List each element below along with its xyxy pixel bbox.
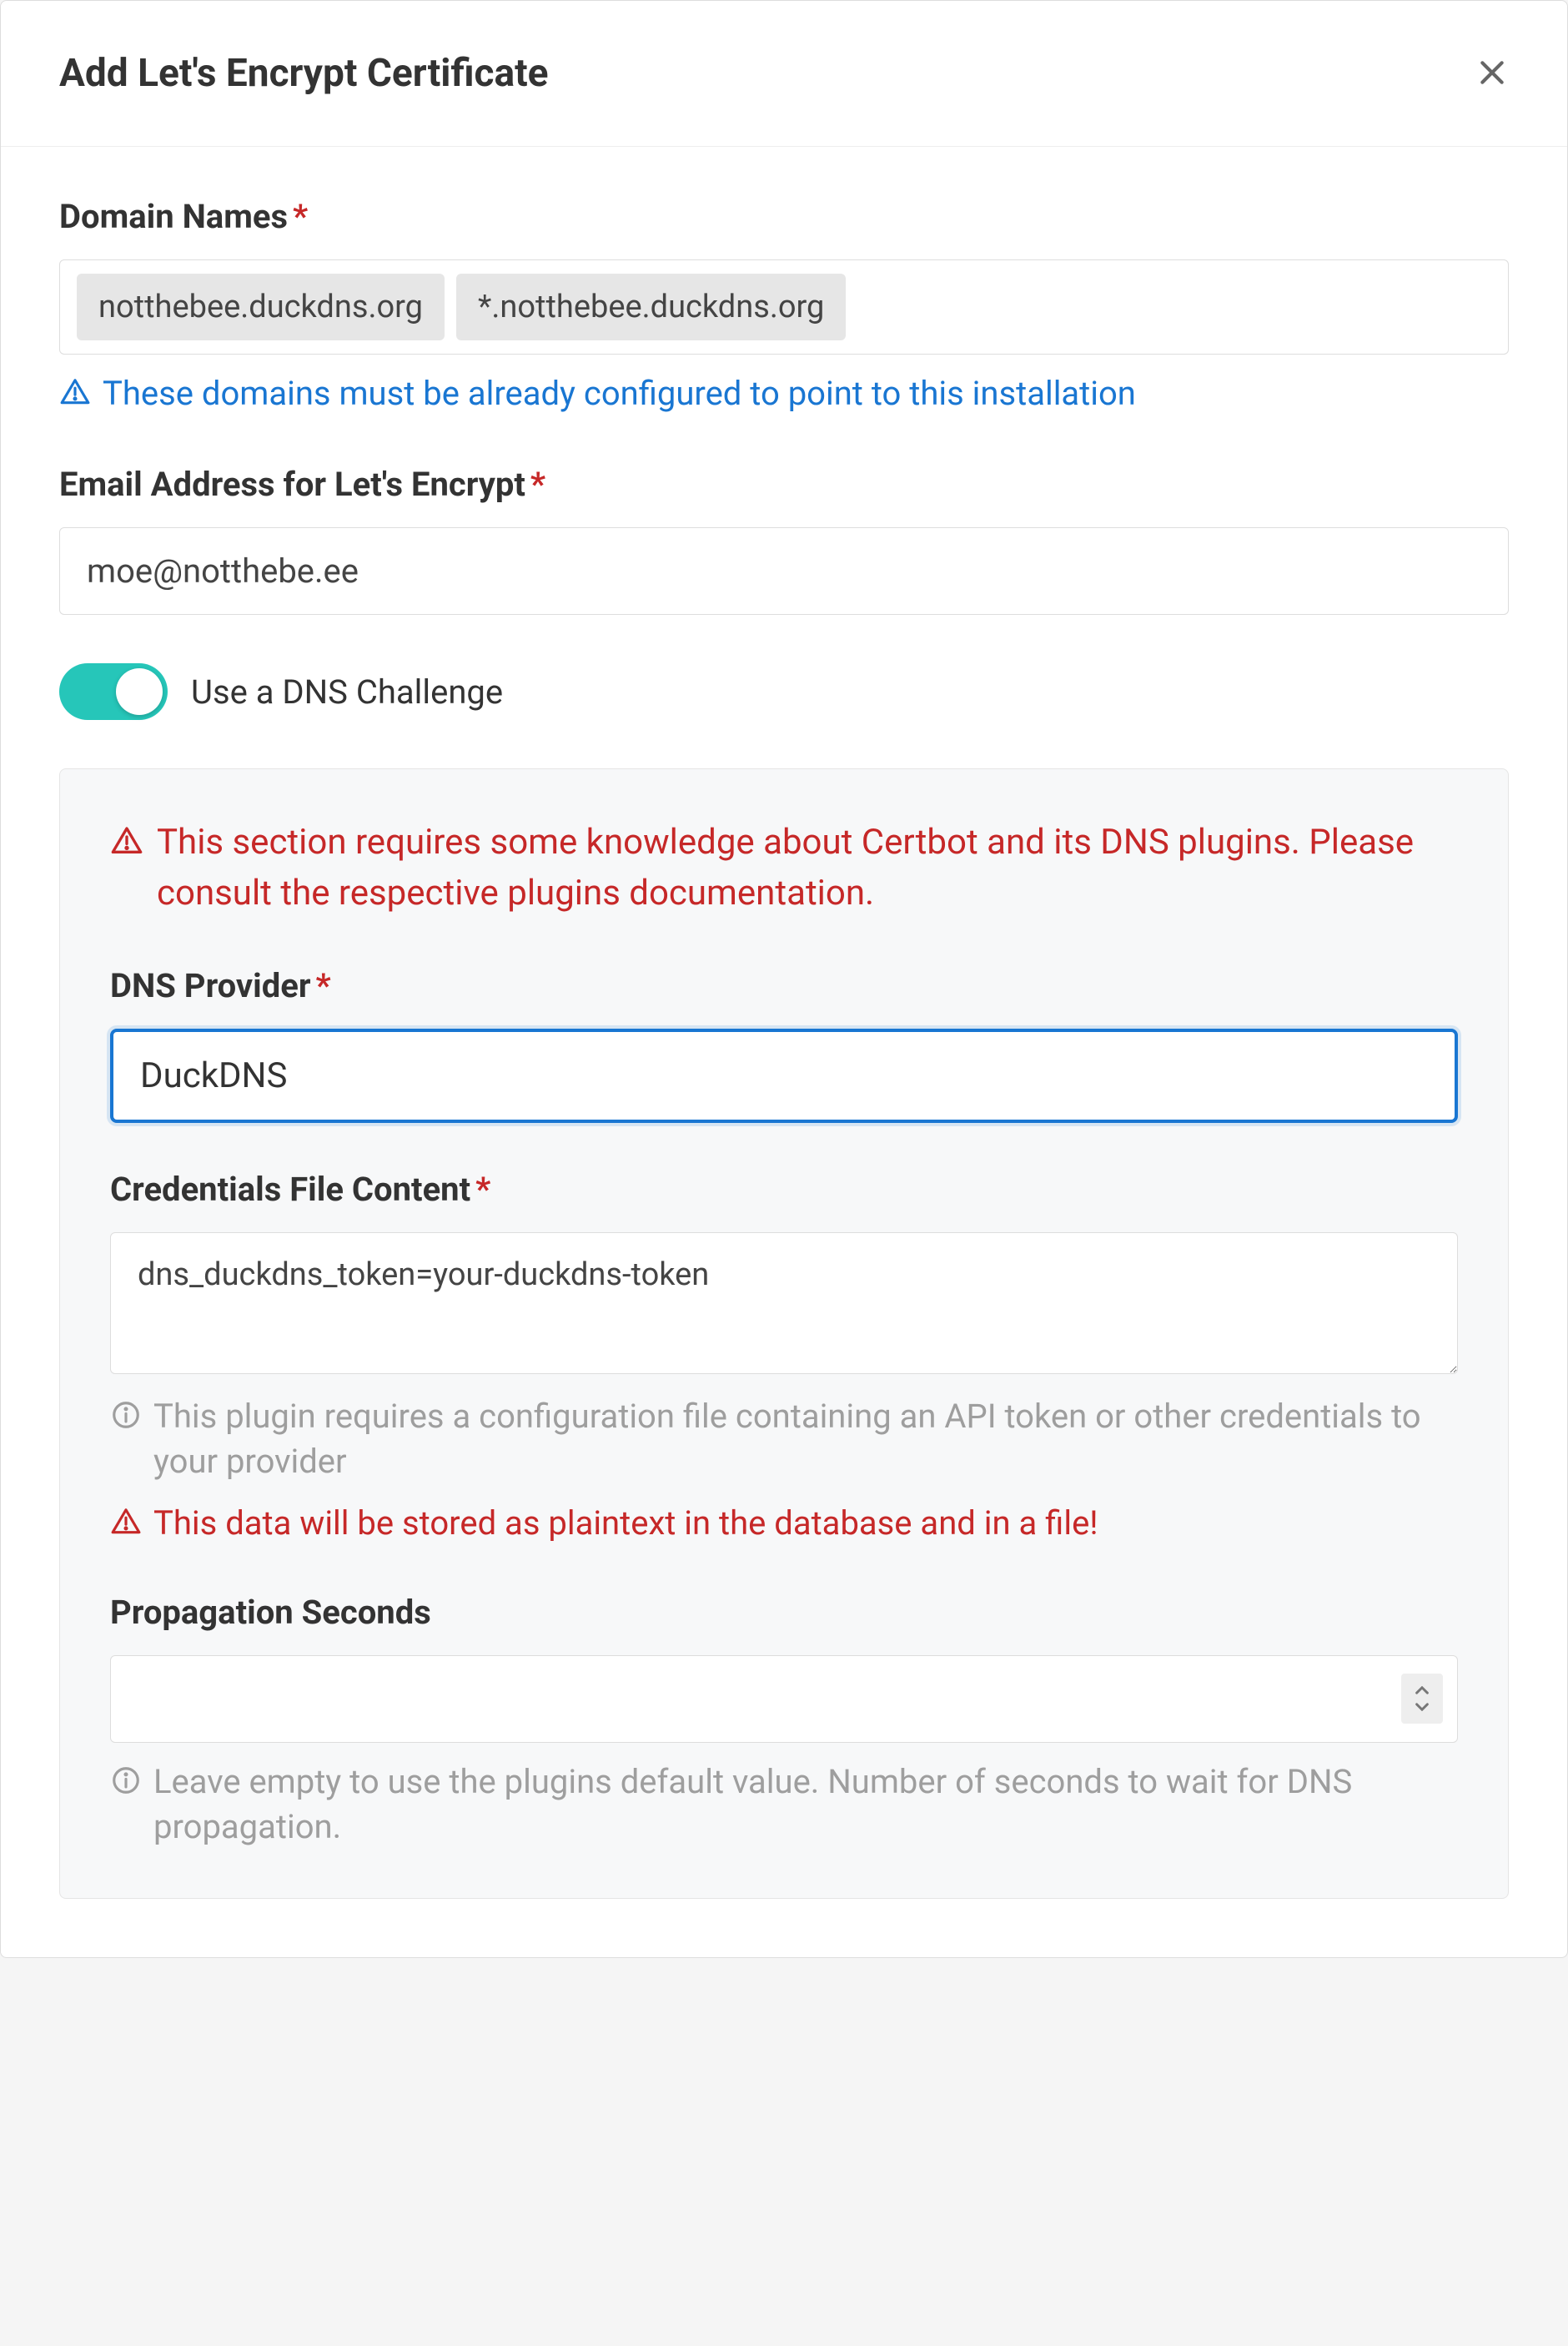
modal-body: Domain Names* notthebee.duckdns.org *.no…	[1, 147, 1567, 1957]
propagation-label: Propagation Seconds	[110, 1593, 1458, 1632]
credentials-help-info: This plugin requires a configuration fil…	[110, 1394, 1458, 1484]
toggle-knob	[116, 668, 163, 715]
propagation-input[interactable]	[110, 1655, 1458, 1743]
modal-header: Add Let's Encrypt Certificate	[1, 1, 1567, 147]
warning-triangle-icon	[110, 1506, 142, 1538]
email-group: Email Address for Let's Encrypt*	[59, 465, 1509, 615]
propagation-input-wrap	[110, 1655, 1458, 1743]
propagation-help: Leave empty to use the plugins default v…	[110, 1760, 1458, 1850]
domain-names-label: Domain Names*	[59, 197, 1509, 236]
dns-provider-label: DNS Provider*	[110, 966, 1458, 1005]
info-circle-icon	[110, 1399, 142, 1431]
stepper-down-icon	[1415, 1699, 1429, 1714]
domain-names-help: These domains must be already configured…	[59, 371, 1509, 416]
credentials-help-warn: This data will be stored as plaintext in…	[110, 1501, 1458, 1546]
add-certificate-modal: Add Let's Encrypt Certificate Domain Nam…	[0, 0, 1568, 1958]
stepper-up-icon	[1415, 1683, 1429, 1698]
domain-names-group: Domain Names* notthebee.duckdns.org *.no…	[59, 197, 1509, 416]
dns-challenge-toggle[interactable]	[59, 663, 168, 720]
required-marker: *	[316, 966, 331, 1005]
domain-names-input[interactable]: notthebee.duckdns.org *.notthebee.duckdn…	[59, 259, 1509, 355]
dns-provider-group: DNS Provider* DuckDNS	[110, 966, 1458, 1123]
info-circle-icon	[110, 1765, 142, 1796]
dns-challenge-label: Use a DNS Challenge	[191, 672, 503, 712]
dns-challenge-panel: This section requires some knowledge abo…	[59, 768, 1509, 1899]
dns-provider-select[interactable]: DuckDNS	[110, 1029, 1458, 1123]
credentials-group: Credentials File Content* This plugin re…	[110, 1170, 1458, 1546]
credentials-label: Credentials File Content*	[110, 1170, 1458, 1209]
credentials-textarea[interactable]	[110, 1232, 1458, 1374]
domain-tag[interactable]: notthebee.duckdns.org	[77, 274, 445, 340]
warning-triangle-icon	[59, 376, 91, 408]
close-button[interactable]	[1475, 56, 1509, 92]
dns-challenge-toggle-row: Use a DNS Challenge	[59, 663, 1509, 720]
email-input[interactable]	[59, 527, 1509, 615]
close-icon	[1475, 56, 1509, 89]
propagation-group: Propagation Seconds Leave em	[110, 1593, 1458, 1850]
number-stepper[interactable]	[1401, 1674, 1443, 1724]
dns-panel-warning: This section requires some knowledge abo…	[110, 818, 1458, 919]
required-marker: *	[293, 197, 308, 236]
required-marker: *	[475, 1170, 490, 1209]
modal-title: Add Let's Encrypt Certificate	[59, 51, 549, 96]
domain-tag[interactable]: *.notthebee.duckdns.org	[456, 274, 846, 340]
warning-triangle-icon	[110, 824, 143, 858]
required-marker: *	[530, 465, 545, 504]
email-label: Email Address for Let's Encrypt*	[59, 465, 1509, 504]
